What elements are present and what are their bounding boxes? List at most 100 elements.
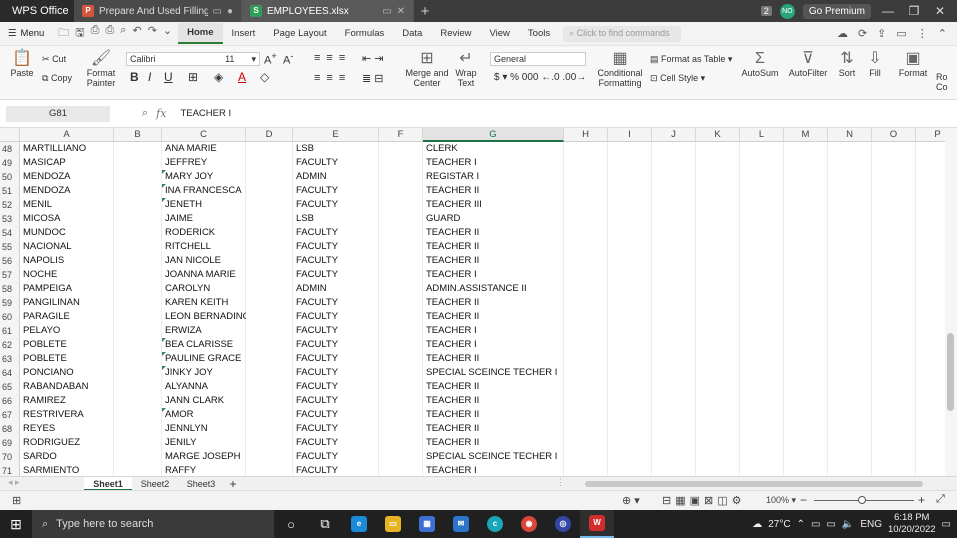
cell-g[interactable]: TEACHER I: [423, 324, 564, 338]
cell-e[interactable]: LSB: [293, 142, 379, 156]
tab-formulas[interactable]: Formulas: [336, 24, 394, 43]
cell-e[interactable]: FACULTY: [293, 268, 379, 282]
sheet-tab-2[interactable]: Sheet2: [134, 477, 176, 491]
cell-style-button[interactable]: ⊡ Cell Style ▾: [650, 73, 705, 84]
cell-e[interactable]: FACULTY: [293, 184, 379, 198]
taskbar-app-chrome[interactable]: ◉: [512, 510, 546, 538]
cell-a[interactable]: MENIL: [20, 198, 114, 212]
more-icon[interactable]: ⋮: [917, 27, 928, 40]
view-mode-icon[interactable]: ⊕ ▾: [622, 494, 640, 507]
currency-percent-icons[interactable]: $ ▾ % 000 ←.0 .00→: [494, 72, 586, 83]
go-premium-button[interactable]: Go Premium: [802, 3, 871, 19]
cell-e[interactable]: FACULTY: [293, 254, 379, 268]
cell-a[interactable]: NOCHE: [20, 268, 114, 282]
taskbar-app-wps[interactable]: W: [580, 510, 614, 538]
column-header-m[interactable]: M: [784, 128, 828, 142]
column-header-f[interactable]: F: [379, 128, 423, 142]
cell-g[interactable]: TEACHER II: [423, 352, 564, 366]
cell-c[interactable]: MARY JOY: [162, 170, 246, 184]
horizontal-align-icons[interactable]: ≡≡≡: [314, 72, 351, 84]
column-header-p[interactable]: P: [916, 128, 945, 142]
row-header[interactable]: 57: [0, 268, 20, 282]
cell-g[interactable]: TEACHER I: [423, 338, 564, 352]
macro-record-icon[interactable]: ⊞: [12, 494, 21, 507]
tab-view[interactable]: View: [480, 24, 518, 43]
row-header[interactable]: 60: [0, 310, 20, 324]
add-sheet-button[interactable]: +: [224, 477, 242, 491]
cell-c[interactable]: LEON BERNADINO: [162, 310, 246, 324]
grow-font-icon[interactable]: A+: [264, 51, 277, 67]
wps-office-home-tab[interactable]: WPS Office: [0, 0, 74, 22]
clock[interactable]: 6:18 PM 10/20/2022: [888, 512, 936, 536]
cell-c[interactable]: MARGE JOSEPH: [162, 450, 246, 464]
font-name-select[interactable]: Calibri: [130, 54, 208, 64]
format-painter-button[interactable]: 🖌 Format Painter: [84, 50, 118, 88]
bold-icon[interactable]: B: [130, 70, 139, 84]
cell-a[interactable]: MENDOZA: [20, 184, 114, 198]
temperature-label[interactable]: 27°C: [768, 519, 790, 530]
taskbar-app-mail[interactable]: ✉: [444, 510, 478, 538]
cell-c[interactable]: PAULINE GRACE: [162, 352, 246, 366]
cell-g[interactable]: TEACHER II: [423, 394, 564, 408]
cell-c[interactable]: JAIME: [162, 212, 246, 226]
row-header[interactable]: 55: [0, 240, 20, 254]
cell-e[interactable]: FACULTY: [293, 240, 379, 254]
font-size-select[interactable]: 11: [225, 54, 234, 64]
cell-a[interactable]: PARAGILE: [20, 310, 114, 324]
cell-e[interactable]: FACULTY: [293, 310, 379, 324]
network-icon[interactable]: ▭: [811, 519, 820, 530]
cell-c[interactable]: RODERICK: [162, 226, 246, 240]
tab-tools[interactable]: Tools: [519, 24, 559, 43]
column-header-c[interactable]: C: [162, 128, 246, 142]
save-icon[interactable]: 🖫: [75, 24, 84, 43]
cell-c[interactable]: BEA CLARISSE: [162, 338, 246, 352]
cell-e[interactable]: ADMIN: [293, 170, 379, 184]
cell-a[interactable]: RESTRIVERA: [20, 408, 114, 422]
column-header-e[interactable]: E: [293, 128, 379, 142]
cell-g[interactable]: TEACHER III: [423, 198, 564, 212]
cell-a[interactable]: MENDOZA: [20, 170, 114, 184]
cell-e[interactable]: ADMIN: [293, 282, 379, 296]
formula-input[interactable]: TEACHER I: [180, 108, 231, 119]
cell-e[interactable]: FACULTY: [293, 226, 379, 240]
main-menu-button[interactable]: ☰ Menu: [0, 28, 52, 39]
weather-cloud-icon[interactable]: ☁: [752, 519, 762, 530]
clear-format-icon[interactable]: ◇: [260, 70, 269, 84]
cell-a[interactable]: MICOSA: [20, 212, 114, 226]
zoom-level[interactable]: 100% ▾: [766, 495, 796, 506]
document-tab-pptx[interactable]: P Prepare And Used Fillings[5].pptx ▭ ●: [74, 0, 242, 22]
cell-e[interactable]: FACULTY: [293, 450, 379, 464]
zoom-in-icon[interactable]: +: [918, 493, 925, 507]
number-format-select[interactable]: General: [490, 52, 586, 66]
close-icon[interactable]: ✕: [931, 4, 949, 18]
row-header[interactable]: 71: [0, 464, 20, 476]
taskbar-search-input[interactable]: ⌕ Type here to search: [32, 510, 274, 538]
cloud-icon[interactable]: ☁: [837, 27, 848, 40]
comment-icon[interactable]: ▭: [896, 27, 906, 40]
cell-c[interactable]: RAFFY: [162, 464, 246, 476]
sort-button[interactable]: ⇅ Sort: [834, 50, 860, 78]
rows-columns-button[interactable]: Ro Co: [936, 72, 948, 92]
spreadsheet-grid[interactable]: A B C D E F G H I J K L M N O P 48 MARTILLIANO ANA MARIE LS…: [0, 128, 945, 476]
cell-c[interactable]: JAN NICOLE: [162, 254, 246, 268]
language-indicator[interactable]: ENG: [860, 519, 882, 530]
cell-g[interactable]: TEACHER II: [423, 226, 564, 240]
taskbar-app-explorer[interactable]: ▭: [376, 510, 410, 538]
share-icon[interactable]: ⇪: [877, 27, 886, 40]
vertical-scrollbar[interactable]: [945, 128, 957, 476]
column-header-i[interactable]: I: [608, 128, 652, 142]
italic-icon[interactable]: I: [148, 70, 151, 84]
format-as-table-button[interactable]: ▤ Format as Table ▾: [650, 54, 732, 65]
minimize-icon[interactable]: —: [879, 4, 897, 18]
cell-g[interactable]: TEACHER I: [423, 268, 564, 282]
wrap-text-button[interactable]: ↵ Wrap Text: [452, 50, 480, 88]
column-header-g[interactable]: G: [423, 128, 564, 142]
format-button[interactable]: ▣ Format: [896, 50, 930, 78]
cell-g[interactable]: ADMIN.ASSISTANCE II: [423, 282, 564, 296]
fullscreen-icon[interactable]: ⤢: [936, 493, 945, 506]
taskbar-app-messenger[interactable]: c: [478, 510, 512, 538]
select-all-corner[interactable]: [0, 128, 20, 142]
cell-g[interactable]: TEACHER II: [423, 408, 564, 422]
redo-icon[interactable]: ↷: [148, 24, 157, 43]
cell-a[interactable]: PONCIANO: [20, 366, 114, 380]
